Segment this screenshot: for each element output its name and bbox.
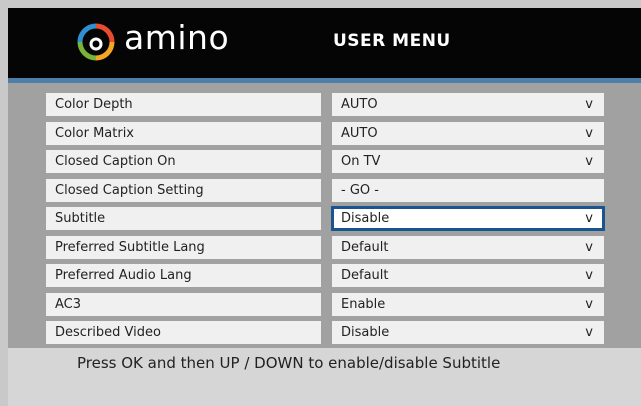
- setting-value-text: On TV: [341, 154, 381, 169]
- brand-logo-text: amino: [124, 18, 230, 57]
- chevron-down-icon: v: [585, 211, 593, 226]
- chevron-down-icon: v: [585, 240, 593, 255]
- setting-value-dropdown[interactable]: Default v: [332, 236, 604, 259]
- setting-label: Preferred Audio Lang: [46, 264, 321, 287]
- setting-label: Color Depth: [46, 93, 321, 116]
- settings-row: Color Matrix AUTO v: [0, 122, 641, 145]
- setting-value-text: - GO -: [341, 183, 379, 198]
- setting-label: AC3: [46, 293, 321, 316]
- settings-row: Closed Caption Setting - GO -: [0, 179, 641, 202]
- settings-row: Preferred Subtitle Lang Default v: [0, 236, 641, 259]
- setting-value-text: Disable: [341, 325, 390, 340]
- settings-row: AC3 Enable v: [0, 293, 641, 316]
- amino-logo-icon: [77, 23, 115, 61]
- chevron-down-icon: v: [585, 126, 593, 141]
- setting-label: Color Matrix: [46, 122, 321, 145]
- setting-label: Closed Caption On: [46, 150, 321, 173]
- setting-value-text: Default: [341, 240, 389, 255]
- setting-value-dropdown[interactable]: AUTO v: [332, 93, 604, 116]
- settings-row: Subtitle Disable v: [0, 206, 641, 231]
- setting-value-text: AUTO: [341, 97, 378, 112]
- settings-row: Described Video Disable v: [0, 321, 641, 344]
- chevron-down-icon: v: [585, 268, 593, 283]
- setting-value-text: Default: [341, 268, 389, 283]
- setting-label: Preferred Subtitle Lang: [46, 236, 321, 259]
- settings-row: Color Depth AUTO v: [0, 93, 641, 116]
- chevron-down-icon: v: [585, 297, 593, 312]
- setting-value-dropdown[interactable]: Disable v: [331, 206, 605, 231]
- setting-value-text: Enable: [341, 297, 386, 312]
- setting-value-text: AUTO: [341, 126, 378, 141]
- settings-row: Preferred Audio Lang Default v: [0, 264, 641, 287]
- chevron-down-icon: v: [585, 154, 593, 169]
- setting-value-dropdown[interactable]: Disable v: [332, 321, 604, 344]
- setting-value-text: Disable: [341, 211, 390, 226]
- setting-label: Described Video: [46, 321, 321, 344]
- setting-label: Closed Caption Setting: [46, 179, 321, 202]
- chevron-down-icon: v: [585, 325, 593, 340]
- setting-value-dropdown[interactable]: AUTO v: [332, 122, 604, 145]
- setting-label: Subtitle: [46, 207, 321, 230]
- settings-row: Closed Caption On On TV v: [0, 150, 641, 173]
- page-title: USER MENU: [333, 31, 451, 51]
- setting-action-button[interactable]: - GO -: [332, 179, 604, 202]
- setting-value-dropdown[interactable]: Default v: [332, 264, 604, 287]
- setting-value-dropdown[interactable]: Enable v: [332, 293, 604, 316]
- help-hint: Press OK and then UP / DOWN to enable/di…: [77, 354, 501, 372]
- chevron-down-icon: v: [585, 97, 593, 112]
- setting-value-dropdown[interactable]: On TV v: [332, 150, 604, 173]
